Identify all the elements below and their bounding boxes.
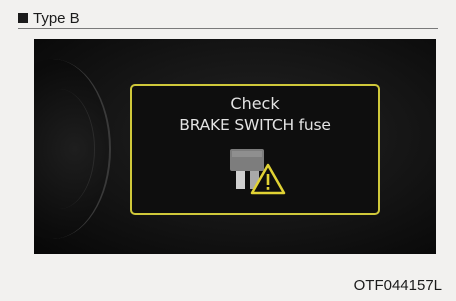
fuse-warning-icon (230, 149, 286, 195)
square-bullet-icon (18, 13, 28, 23)
instrument-cluster-display: Check BRAKE SWITCH fuse (34, 39, 436, 254)
warning-message-screen: Check BRAKE SWITCH fuse (130, 84, 380, 215)
figure: Type B Check BRAKE SWITCH fuse OTF044157… (0, 0, 456, 301)
figure-code: OTF044157L (353, 277, 442, 294)
type-label: Type B (18, 7, 80, 29)
message-detail: BRAKE SWITCH fuse (179, 116, 331, 134)
message-title: Check (230, 94, 280, 113)
header-divider (18, 28, 438, 29)
type-label-text: Type B (33, 9, 80, 27)
